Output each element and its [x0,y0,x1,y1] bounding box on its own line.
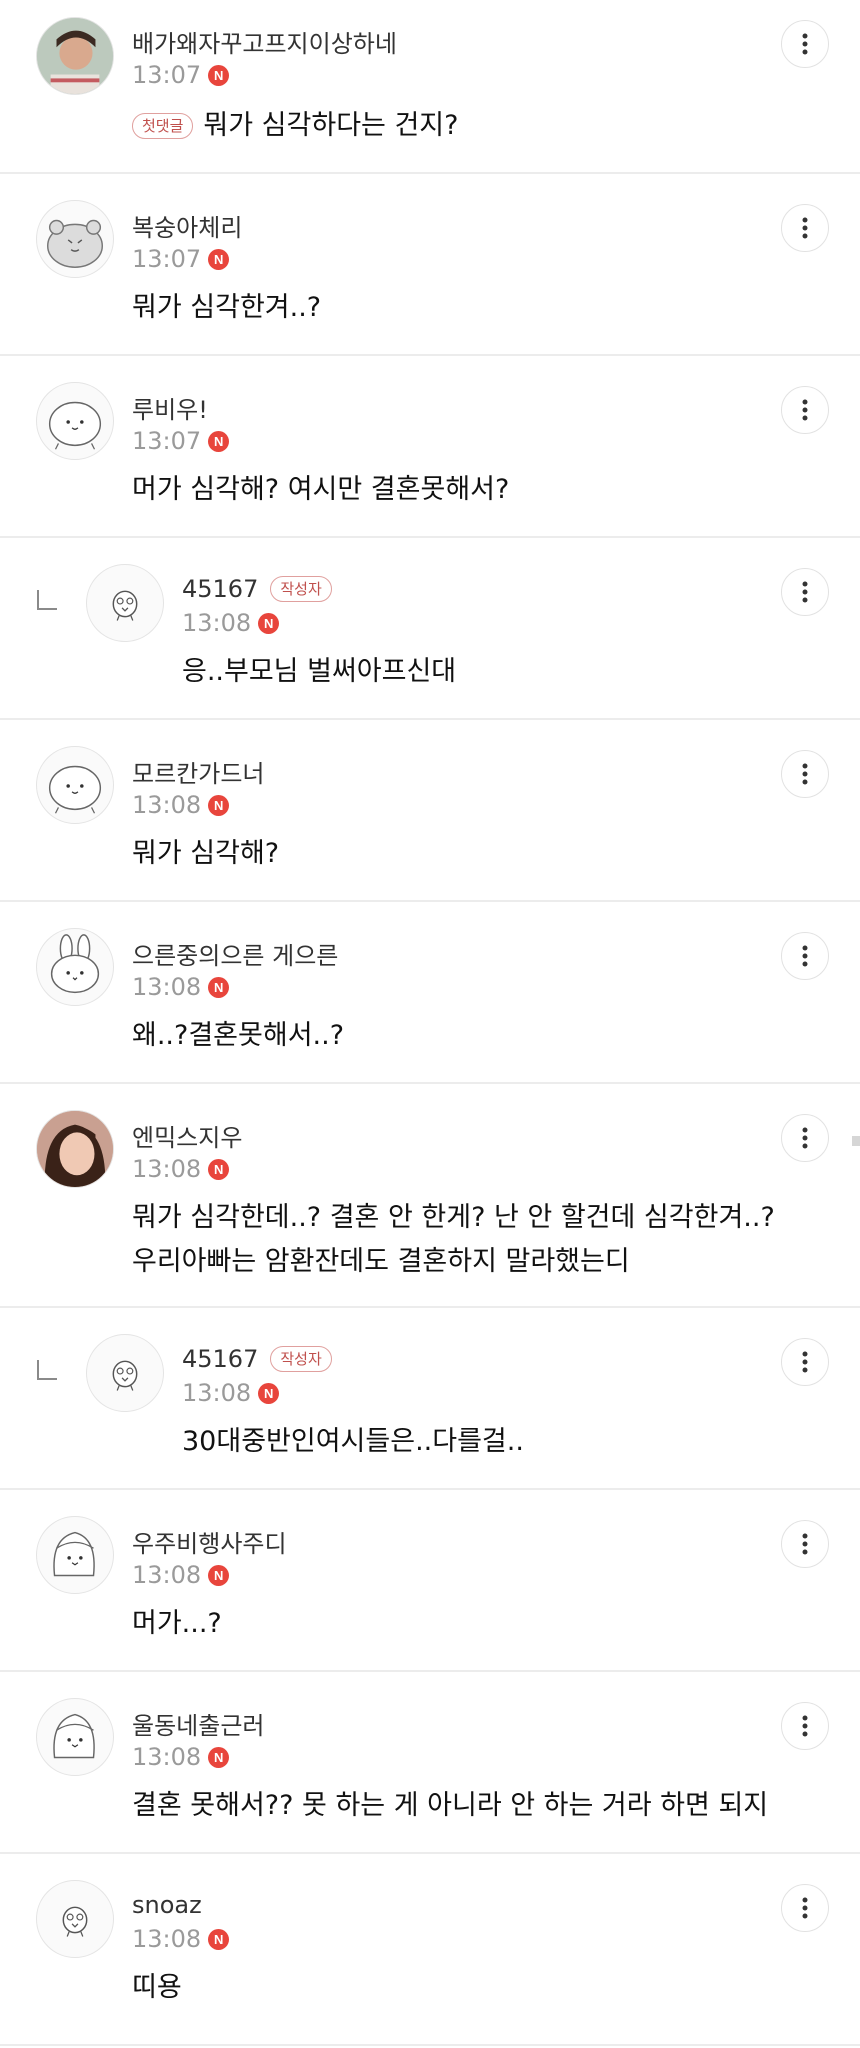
comment-text: 응..부모님 벌써아프신대 [182,656,457,687]
more-vertical-icon [802,581,808,603]
avatar[interactable] [36,382,114,460]
comment-item: 루비우! 13:07 N 머가 심각해? 여시만 결혼못해서? [0,356,860,536]
author-badge: 작성자 [270,576,332,602]
avatar[interactable] [36,1110,114,1188]
more-options-button[interactable] [781,204,829,252]
avatar[interactable] [36,928,114,1006]
comment-text: 뭐가 심각한겨..? [132,292,322,323]
comment-text: 머가...? [132,1608,222,1639]
nickname[interactable]: 엔믹스지우 [132,1118,242,1153]
comment-text: 결혼 못해서?? 못 하는 게 아니라 안 하는 거라 하면 되지 [132,1790,769,1821]
new-badge: N [208,1158,230,1180]
timestamp: 13:08 [132,1155,202,1183]
comment-text: 뭐가 심각하다는 건지? [203,110,459,141]
new-badge: N [208,794,230,816]
more-vertical-icon [802,1715,808,1737]
comment-text-line-2: 우리아빠는 암환잔데도 결혼하지 말라했는디 [132,1246,630,1277]
new-badge: N [208,430,230,452]
reply-arrow-icon [37,1360,57,1380]
more-vertical-icon [802,33,808,55]
avatar[interactable] [36,200,114,278]
nickname[interactable]: 으른중의으른 게으른 [132,936,338,971]
comment-text: 뭐가 심각해? [132,838,280,869]
avatar[interactable] [36,1880,114,1958]
new-badge: N [258,1382,280,1404]
comment-item: 우주비행사주디 13:08 N 머가...? [0,1490,860,1670]
timestamp: 13:08 [132,791,202,819]
more-vertical-icon [802,1127,808,1149]
more-vertical-icon [802,217,808,239]
more-vertical-icon [802,399,808,421]
timestamp: 13:08 [182,1379,252,1407]
avatar[interactable] [36,746,114,824]
comment-text: 30대중반인여시들은..다를걸.. [182,1426,524,1457]
timestamp: 13:08 [132,1561,202,1589]
more-vertical-icon [802,1533,808,1555]
comment-item: 으른중의으른 게으른 13:08 N 왜..?결혼못해서..? [0,902,860,1082]
more-vertical-icon [802,945,808,967]
avatar[interactable] [36,1516,114,1594]
comment-item: snoaz 13:08 N 띠용 [0,1854,860,2044]
more-options-button[interactable] [781,386,829,434]
divider [0,2044,860,2046]
new-badge: N [208,248,230,270]
timestamp: 13:08 [132,1925,202,1953]
timestamp: 13:07 [132,61,202,89]
reply-item: 45167 작성자 13:08 N 30대중반인여시들은..다를걸.. [0,1308,860,1488]
new-badge: N [208,976,230,998]
avatar[interactable] [36,17,114,95]
comment-item: 울동네출근러 13:08 N 결혼 못해서?? 못 하는 게 아니라 안 하는 … [0,1672,860,1852]
comment-text: 왜..?결혼못해서..? [132,1020,345,1051]
comment-item: 엔믹스지우 13:08 N 뭐가 심각한데..? 결혼 안 한게? 난 안 할건… [0,1084,860,1306]
nickname[interactable]: 복숭아체리 [132,208,242,243]
nickname[interactable]: 루비우! [132,390,208,425]
reply-arrow-icon [37,590,57,610]
avatar[interactable] [86,1334,164,1412]
avatar[interactable] [36,1698,114,1776]
more-vertical-icon [802,1351,808,1373]
nickname[interactable]: 45167 [182,1345,258,1373]
comment-item: 배가왜자꾸고프지이상하네 13:07 N 첫댓글 뭐가 심각하다는 건지? [0,0,860,172]
comment-item: 모르칸가드너 13:08 N 뭐가 심각해? [0,720,860,900]
author-badge: 작성자 [270,1346,332,1372]
comment-text: 뭐가 심각한데..? 결혼 안 한게? 난 안 할건데 심각한겨..? [132,1202,775,1233]
more-options-button[interactable] [781,932,829,980]
more-options-button[interactable] [781,1114,829,1162]
more-options-button[interactable] [781,20,829,68]
nickname[interactable]: 우주비행사주디 [132,1524,287,1559]
timestamp: 13:07 [132,245,202,273]
reply-item: 45167 작성자 13:08 N 응..부모님 벌써아프신대 [0,538,860,718]
nickname[interactable]: 울동네출근러 [132,1706,264,1741]
more-options-button[interactable] [781,1338,829,1386]
more-options-button[interactable] [781,1702,829,1750]
more-options-button[interactable] [781,750,829,798]
new-badge: N [208,1928,230,1950]
nickname[interactable]: 배가왜자꾸고프지이상하네 [132,24,397,59]
nickname[interactable]: 모르칸가드너 [132,754,264,789]
nickname[interactable]: 45167 [182,575,258,603]
new-badge: N [208,64,230,86]
nickname[interactable]: snoaz [132,1891,202,1919]
timestamp: 13:08 [182,609,252,637]
more-vertical-icon [802,1897,808,1919]
more-vertical-icon [802,763,808,785]
scrollbar-thumb[interactable] [852,1136,860,1146]
first-comment-badge: 첫댓글 [132,113,194,139]
new-badge: N [208,1746,230,1768]
new-badge: N [208,1564,230,1586]
comment-item: 복숭아체리 13:07 N 뭐가 심각한겨..? [0,174,860,354]
timestamp: 13:08 [132,1743,202,1771]
more-options-button[interactable] [781,1520,829,1568]
avatar[interactable] [86,564,164,642]
timestamp: 13:07 [132,427,202,455]
comment-text: 띠용 [132,1972,182,2003]
more-options-button[interactable] [781,568,829,616]
new-badge: N [258,612,280,634]
more-options-button[interactable] [781,1884,829,1932]
comment-text: 머가 심각해? 여시만 결혼못해서? [132,474,510,505]
timestamp: 13:08 [132,973,202,1001]
